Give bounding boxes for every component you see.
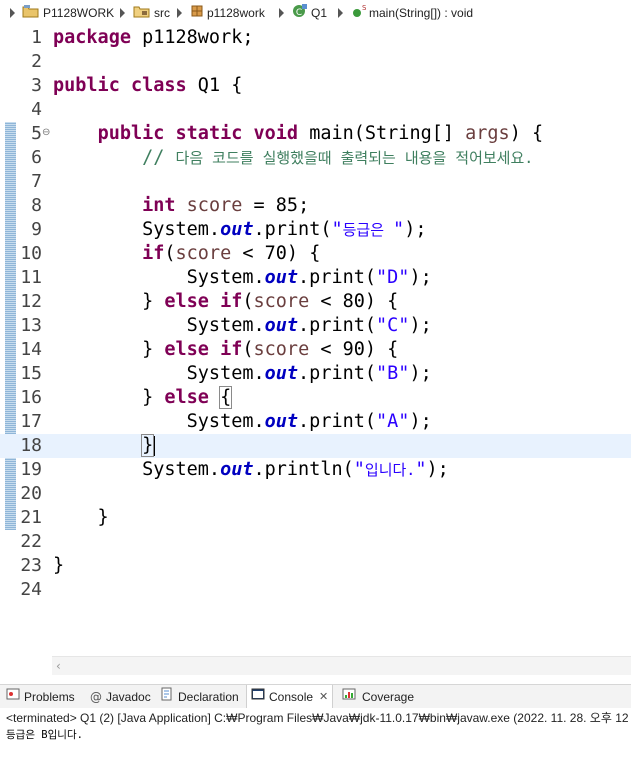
code-line[interactable]: System.out.print("C"); — [53, 314, 432, 338]
code-editor[interactable]: 1 package p1128work; 2 3 public class Q1… — [0, 26, 631, 658]
problems-icon — [6, 685, 20, 709]
line-number: 2 — [31, 51, 42, 72]
chevron-right-icon[interactable] — [338, 8, 343, 18]
line-number: 8 — [31, 195, 42, 216]
code-line[interactable]: package p1128work; — [53, 26, 254, 50]
line-number: 19 — [20, 459, 42, 480]
code-line[interactable]: if(score < 70) { — [53, 242, 320, 266]
breadcrumb-folder[interactable]: src — [133, 5, 170, 21]
breadcrumb-method[interactable]: S main(String[]) : void — [352, 4, 474, 22]
line-number: 23 — [20, 555, 42, 576]
package-icon — [190, 4, 204, 22]
line-number: 10 — [20, 243, 42, 264]
coverage-icon — [342, 685, 358, 709]
line-number: 22 — [20, 531, 42, 552]
line-number: 4 — [31, 99, 42, 120]
line-number: 24 — [20, 579, 42, 600]
tab-problems[interactable]: Problems — [2, 685, 79, 709]
breadcrumb-package[interactable]: p1128work — [190, 5, 265, 21]
line-number: 12 — [20, 291, 42, 312]
breadcrumb-class[interactable]: C Q1 — [292, 4, 328, 22]
code-line[interactable]: public static void main(String[] args) { — [53, 122, 544, 146]
line-number: 14 — [20, 339, 42, 360]
project-folder-icon — [22, 4, 40, 22]
line-number: 13 — [20, 315, 42, 336]
tab-label: Console — [269, 690, 314, 704]
tab-label: Problems — [24, 690, 75, 704]
line-number: 11 — [20, 267, 42, 288]
horizontal-scrollbar[interactable]: ‹ — [52, 656, 631, 675]
breadcrumb-project-label: P1128WORK — [43, 6, 115, 20]
tab-javadoc[interactable]: @ Javadoc — [86, 685, 155, 709]
breadcrumb-folder-label: src — [154, 6, 170, 20]
current-line-highlight: 18 } — [0, 434, 631, 458]
line-number: 3 — [31, 75, 42, 96]
line-number: 18 — [20, 435, 42, 456]
line-number: 9 — [31, 219, 42, 240]
tab-label: Coverage — [362, 690, 415, 704]
breadcrumb: P1128WORK src p1128work C Q1 S main(Stri… — [0, 0, 631, 26]
breadcrumb-method-label: main(String[]) : void — [369, 6, 474, 20]
code-line[interactable]: // 다음 코드를 실행했을때 출력되는 내용을 적어보세요. — [53, 146, 533, 170]
console-view[interactable]: <terminated> Q1 (2) [Java Application] C… — [0, 708, 631, 761]
code-line[interactable]: } else if(score < 90) { — [53, 338, 398, 362]
code-line[interactable]: System.out.println("입니다."); — [53, 458, 449, 482]
svg-text:C: C — [296, 8, 302, 18]
code-line[interactable]: } — [53, 506, 109, 530]
close-icon[interactable]: ✕ — [319, 685, 328, 709]
svg-text:S: S — [362, 4, 366, 12]
code-line[interactable]: } else if(score < 80) { — [53, 290, 398, 314]
scroll-left-icon[interactable]: ‹ — [56, 659, 61, 673]
line-number: 15 — [20, 363, 42, 384]
tab-coverage[interactable]: Coverage — [338, 685, 418, 709]
tab-label: Declaration — [178, 690, 239, 704]
code-line[interactable]: System.out.print("A"); — [53, 410, 432, 434]
line-number: 20 — [20, 483, 42, 504]
console-terminated-header: <terminated> Q1 (2) [Java Application] C… — [6, 711, 629, 725]
breadcrumb-class-label: Q1 — [311, 6, 328, 20]
chevron-right-icon[interactable] — [120, 8, 125, 18]
text-caret — [154, 436, 156, 456]
console-output[interactable]: 등급은 B입니다. — [6, 728, 83, 742]
line-number: 21 — [20, 507, 42, 528]
line-number: 6 — [31, 147, 42, 168]
tab-label: Javadoc — [106, 690, 151, 704]
code-line[interactable]: } — [53, 554, 64, 578]
line-number: 7 — [31, 171, 42, 192]
tab-console[interactable]: Console ✕ — [246, 685, 334, 709]
chevron-right-icon[interactable] — [177, 8, 182, 18]
line-number: 5 — [31, 123, 42, 144]
code-line[interactable]: int score = 85; — [53, 194, 309, 218]
class-icon: C — [292, 4, 308, 22]
at-icon: @ — [90, 690, 102, 704]
chevron-right-icon[interactable] — [10, 8, 15, 18]
console-icon — [251, 685, 265, 709]
breadcrumb-project[interactable]: P1128WORK — [22, 5, 114, 21]
code-line[interactable]: System.out.print("B"); — [53, 362, 432, 386]
code-line[interactable]: } else { — [53, 386, 233, 410]
line-number: 16 — [20, 387, 42, 408]
code-line[interactable]: } — [53, 434, 156, 458]
code-line[interactable]: System.out.print("등급은 "); — [53, 218, 426, 242]
breadcrumb-package-label: p1128work — [207, 6, 265, 20]
declaration-icon — [160, 685, 174, 709]
method-icon: S — [352, 4, 367, 22]
source-folder-icon — [133, 4, 151, 22]
chevron-right-icon[interactable] — [279, 8, 284, 18]
code-line[interactable]: System.out.print("D"); — [53, 266, 432, 290]
line-number: 1 — [31, 27, 42, 48]
line-number: 17 — [20, 411, 42, 432]
code-line[interactable]: public class Q1 { — [53, 74, 242, 98]
tab-declaration[interactable]: Declaration — [156, 685, 243, 709]
fold-collapse-icon[interactable]: ⊖ — [42, 128, 50, 138]
bottom-view-tabs: Problems @ Javadoc Declaration Console ✕… — [0, 684, 631, 709]
